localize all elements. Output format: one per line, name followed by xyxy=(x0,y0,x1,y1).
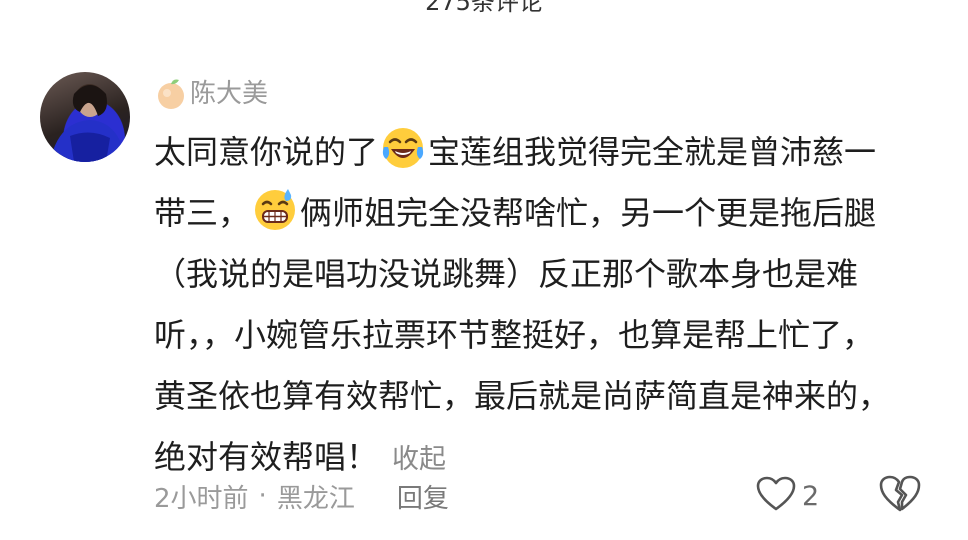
comment-location: 黑龙江 xyxy=(276,483,355,514)
avatar[interactable] xyxy=(40,72,130,162)
heart-outline-icon xyxy=(756,476,796,516)
comment-count-header: 275条评论 xyxy=(425,0,543,16)
broken-heart-icon xyxy=(878,475,922,518)
comment-line: （我说的是唱功没说跳舞）反正那个歌本身也是难 xyxy=(154,255,859,293)
like-button[interactable]: 2 xyxy=(756,474,819,518)
comment-line: 太同意你说的了 宝莲组我觉得完全就是曾沛慈一 xyxy=(154,122,934,183)
comment-line: 听，，小婉管乐拉票环节整挺好，也算是帮上忙了， xyxy=(154,316,875,354)
comment-line: 带三， 俩师姐完全没帮啥忙，另一个更是拖后腿 xyxy=(154,183,934,244)
orange-fruit-badge-icon xyxy=(154,77,188,111)
comment-text: 太同意你说的了 宝莲组我觉得完全就是曾沛慈一 带三， 俩师姐完全没帮啥忙，另一个… xyxy=(154,122,934,488)
like-count: 2 xyxy=(802,480,820,512)
comment-meta: 2小时前 · 黑龙江 回复 xyxy=(154,474,449,518)
comment-time: 2小时前 xyxy=(154,483,249,514)
dislike-button[interactable] xyxy=(878,474,922,518)
laughing-crying-emoji-icon xyxy=(380,125,426,171)
comment-author[interactable]: 陈大美 xyxy=(154,74,268,114)
grinning-sweat-emoji-icon xyxy=(252,186,298,232)
comment-line: 黄圣依也算有效帮忙，最后就是尚萨简直是神来的， xyxy=(154,377,891,415)
reply-button[interactable]: 回复 xyxy=(397,478,449,515)
collapse-button[interactable]: 收起 xyxy=(392,444,446,475)
username: 陈大美 xyxy=(190,79,269,109)
meta-separator: · xyxy=(258,481,267,511)
